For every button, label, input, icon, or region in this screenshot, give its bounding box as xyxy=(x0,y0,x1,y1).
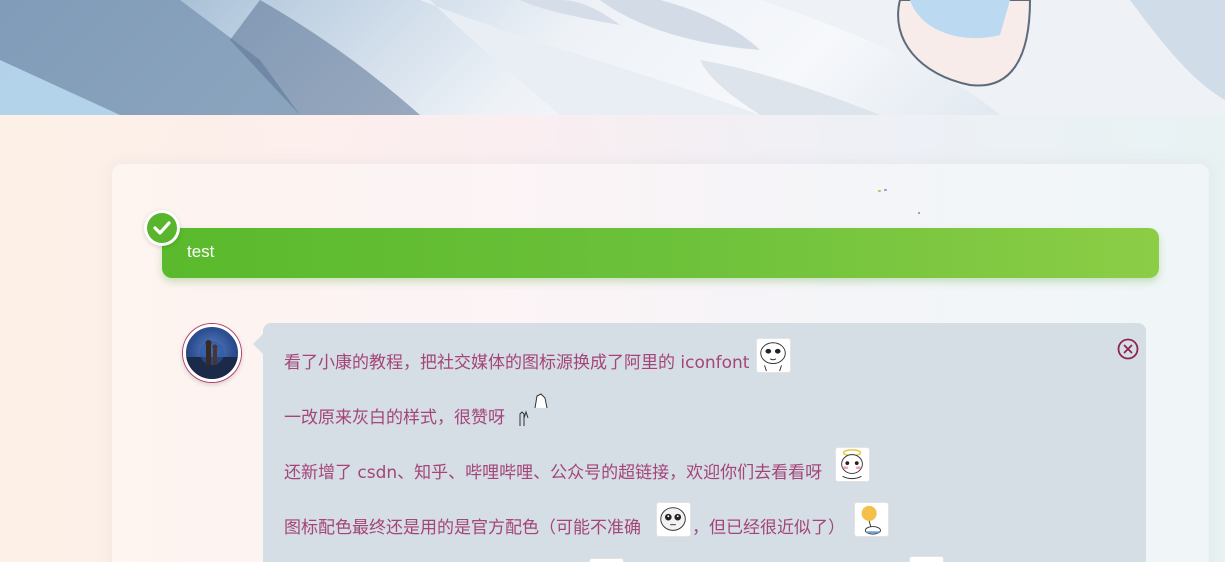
sticker-emoji xyxy=(854,502,889,537)
page: test 看了小康的教程，把社交媒体的图标源换成了阿里的 iconfont 一改… xyxy=(0,0,1225,562)
sparkle-decoration xyxy=(918,212,920,214)
sticker-emoji xyxy=(515,392,551,428)
anime-illustration xyxy=(0,0,1225,115)
sparkle-decoration xyxy=(884,189,887,191)
close-button[interactable] xyxy=(1117,338,1139,360)
sticker-emoji xyxy=(909,556,944,562)
check-icon xyxy=(153,221,171,235)
comment-line: 看了小康的教程，把社交媒体的图标源换成了阿里的 iconfont xyxy=(284,353,750,373)
sparkle-decoration xyxy=(878,190,881,192)
sticker-emoji xyxy=(656,502,691,537)
announcement-banner: test xyxy=(162,228,1159,278)
comment-line: 还新增了 csdn、知乎、哔哩哔哩、公众号的超链接，欢迎你们去看看呀 xyxy=(284,463,823,483)
sticker-emoji xyxy=(756,338,791,373)
header-background-image xyxy=(0,0,1225,115)
close-circle-icon xyxy=(1117,338,1139,360)
banner-title: test xyxy=(187,242,215,261)
sticker-emoji xyxy=(589,558,624,562)
banner-check-badge xyxy=(144,210,180,246)
comment-line: ，但已经很近似了） xyxy=(692,518,845,538)
avatar-image xyxy=(186,340,238,379)
sticker-emoji xyxy=(835,447,870,482)
bubble-tail xyxy=(253,334,263,354)
comment-line: 一改原来灰白的样式，很赞呀 xyxy=(284,408,505,428)
comment-line: 图标配色最终还是用的是官方配色（可能不准确 xyxy=(284,518,641,538)
commenter-avatar[interactable] xyxy=(183,324,241,382)
